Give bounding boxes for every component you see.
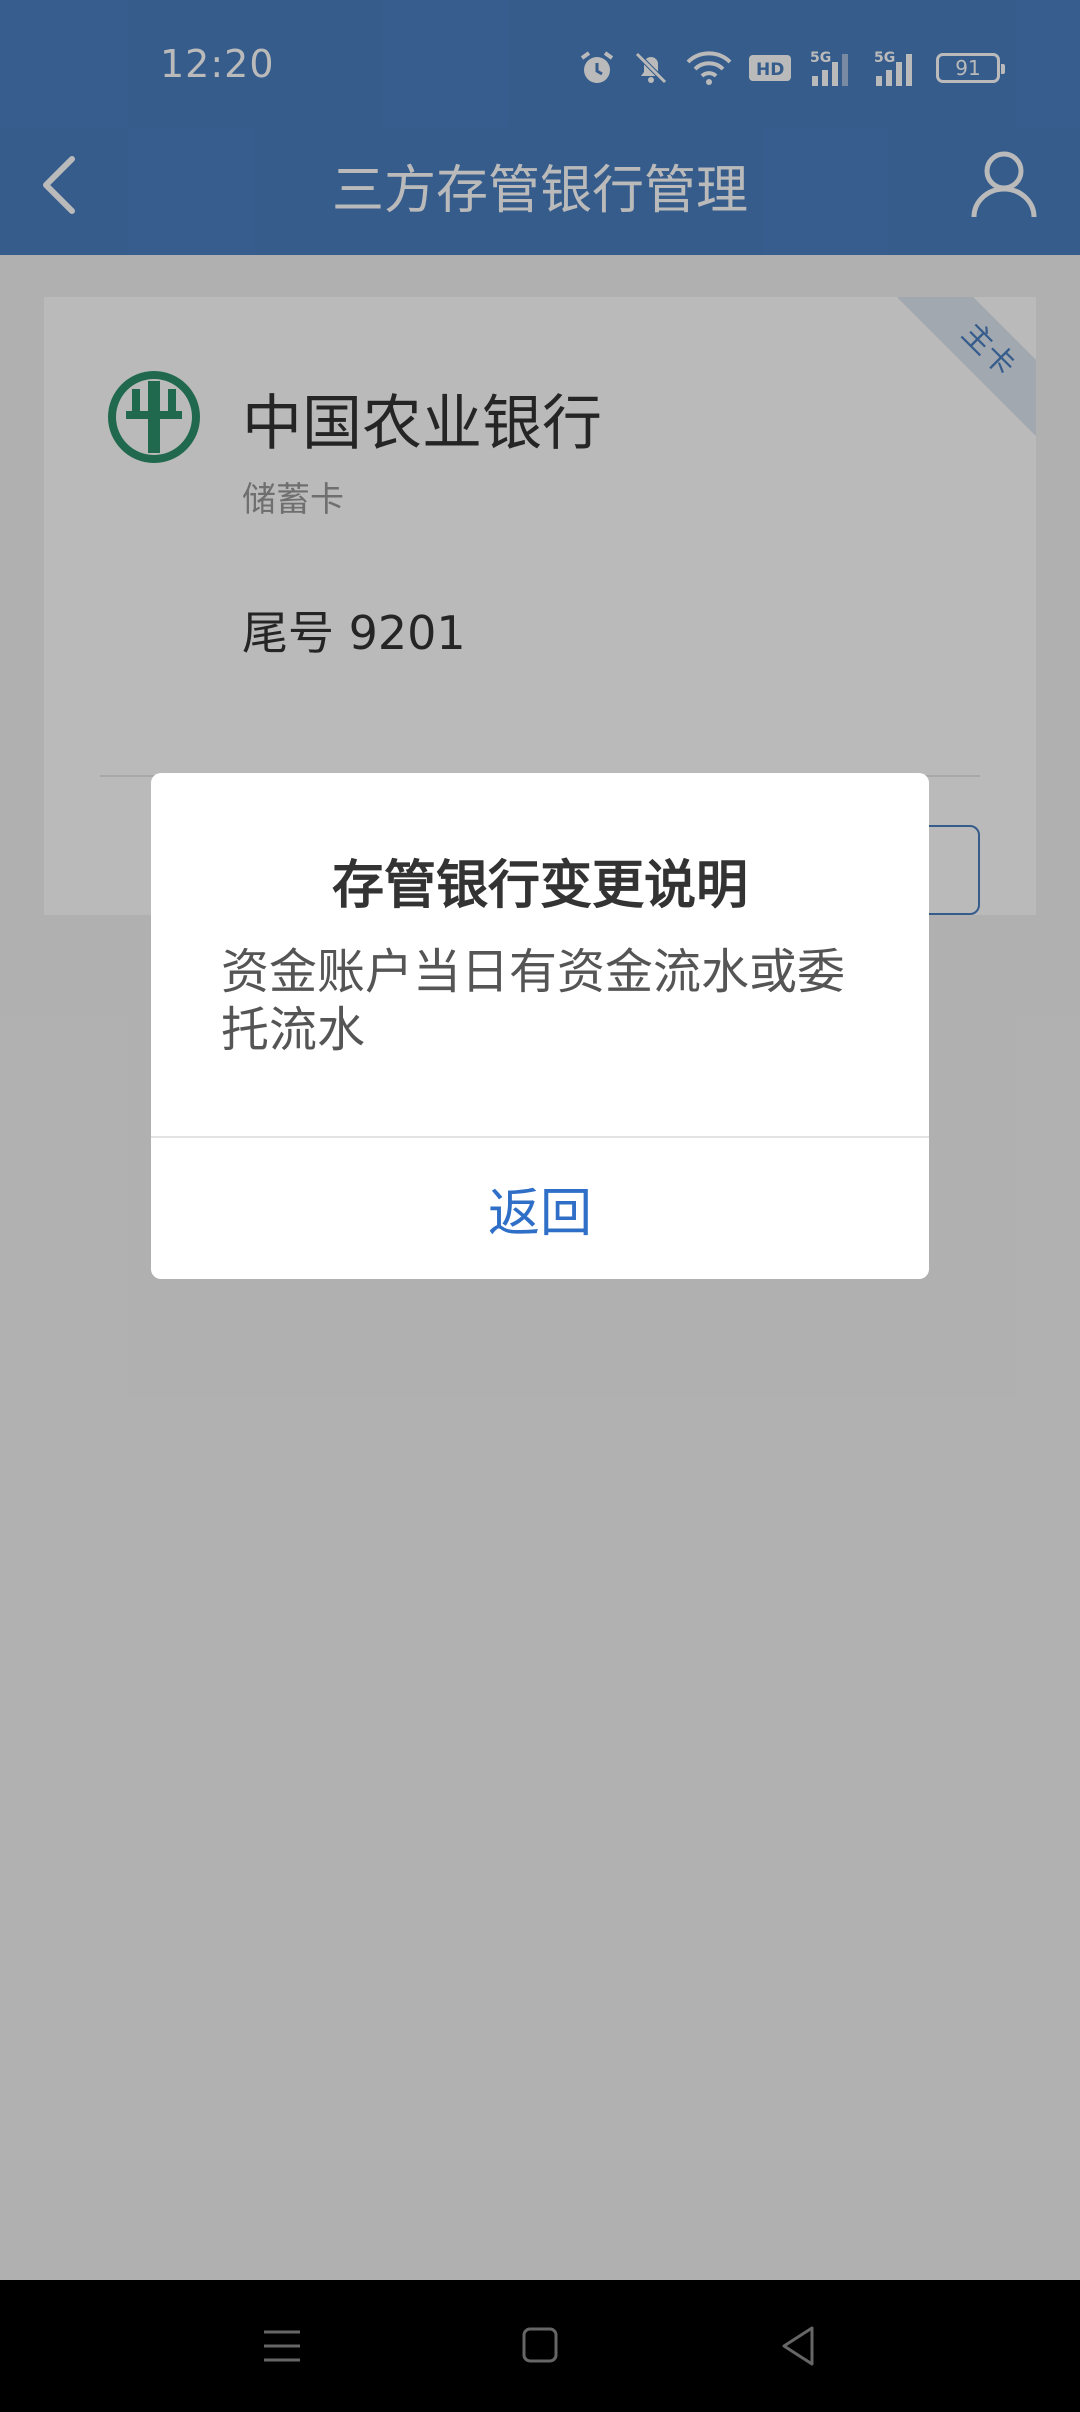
home-icon[interactable] bbox=[510, 2320, 570, 2372]
return-button[interactable]: 返回 bbox=[151, 1138, 929, 1279]
info-dialog: 存管银行变更说明 资金账户当日有资金流水或委托流水 返回 bbox=[151, 773, 929, 1279]
back-nav-icon[interactable] bbox=[768, 2320, 828, 2372]
menu-icon[interactable] bbox=[252, 2320, 312, 2372]
system-nav-bar bbox=[0, 2280, 1080, 2412]
dialog-message: 资金账户当日有资金流水或委托流水 bbox=[221, 944, 846, 1058]
dialog-title: 存管银行变更说明 bbox=[331, 856, 748, 916]
